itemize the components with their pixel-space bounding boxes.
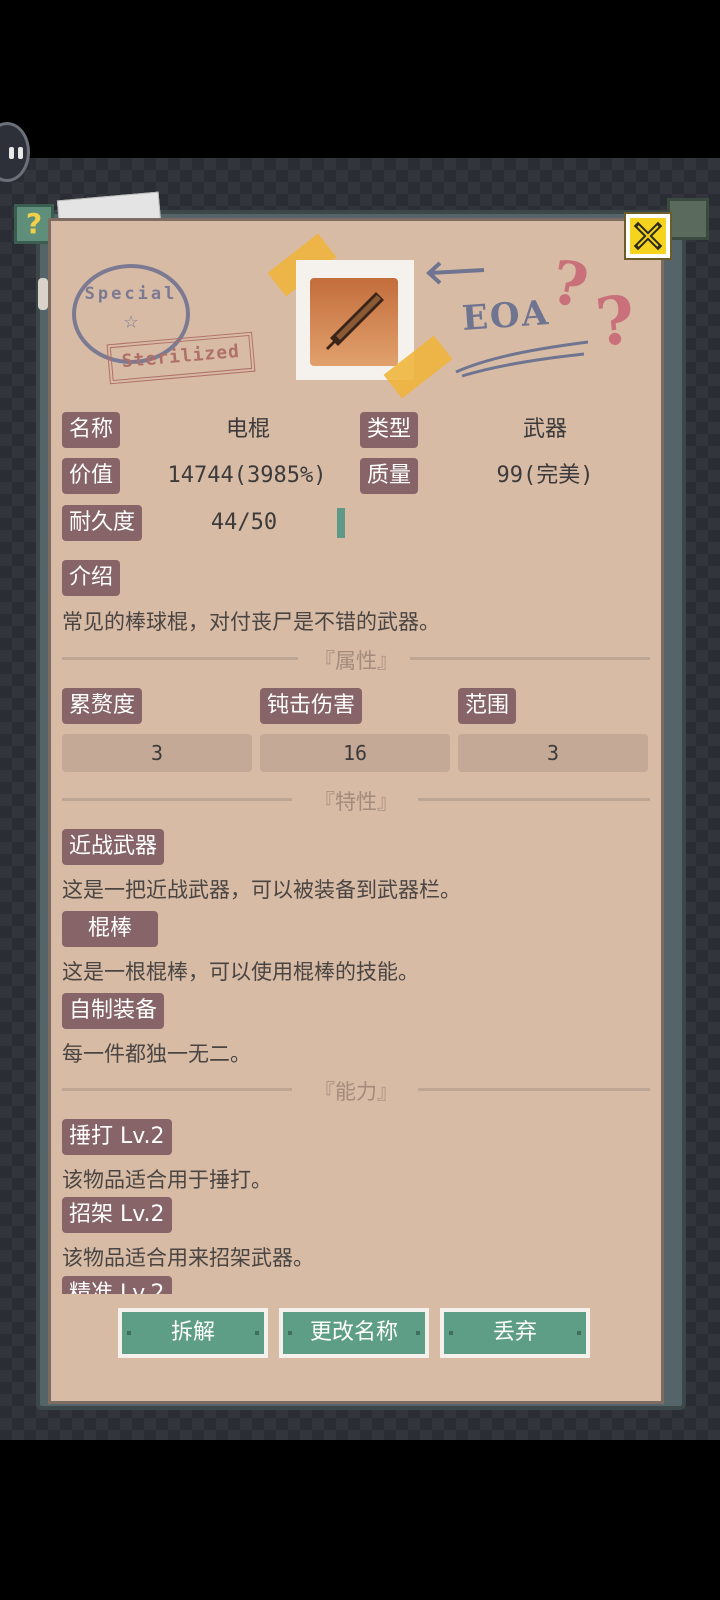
type-label: 类型 <box>360 412 419 448</box>
question-doodle: ? <box>592 280 639 362</box>
trait-desc: 每一件都独一无二。 <box>62 1042 251 1066</box>
ability-tag-partial: 精准 Lv.2 <box>62 1276 202 1294</box>
trait-desc: 这是一根棍棒，可以使用棍棒的技能。 <box>62 960 419 984</box>
attributes-title: 『属性』 <box>314 649 398 673</box>
range-value: 3 <box>458 734 648 772</box>
name-value: 电棍 <box>225 417 270 442</box>
blunt-damage-value: 16 <box>260 734 450 772</box>
trait-tag: 近战武器 <box>62 829 165 865</box>
divider <box>62 657 298 660</box>
durability-bar <box>337 508 345 538</box>
quality-label: 质量 <box>360 458 419 494</box>
rename-button[interactable]: 更改名称 <box>279 1308 429 1358</box>
scribble-doodle-icon <box>455 340 589 378</box>
weight-label: 累赘度 <box>62 688 143 724</box>
ability-tag: 捶打 Lv.2 <box>62 1119 172 1155</box>
close-button[interactable] <box>626 214 670 258</box>
price-label: 价值 <box>62 458 121 494</box>
binder-ring <box>38 278 48 310</box>
intro-text: 常见的棒球棍，对付丧尸是不错的武器。 <box>62 610 440 634</box>
type-value: 武器 <box>522 417 567 442</box>
abilities-title: 『能力』 <box>314 1080 398 1104</box>
intro-label: 介绍 <box>62 560 121 596</box>
trait-tag: 棍棒 <box>62 911 158 947</box>
durability-label: 耐久度 <box>62 505 143 541</box>
notebook-corner-icon <box>667 198 709 240</box>
divider <box>62 798 292 801</box>
item-image-frame <box>296 260 414 380</box>
quality-value: 99(完美) <box>496 463 594 488</box>
weight-value: 3 <box>62 734 252 772</box>
name-label: 名称 <box>62 412 121 448</box>
trait-tag: 自制装备 <box>62 993 165 1029</box>
pause-icon <box>9 147 14 159</box>
ability-desc: 该物品适合用于捶打。 <box>62 1168 272 1192</box>
durability-value: 44/50 <box>210 510 278 535</box>
arrow-doodle-icon <box>426 261 485 285</box>
dismantle-button[interactable]: 拆解 <box>118 1308 268 1358</box>
trait-desc: 这是一把近战武器，可以被装备到武器栏。 <box>62 878 461 902</box>
range-label: 范围 <box>458 688 517 724</box>
price-value: 14744(3985%) <box>167 463 327 488</box>
blunt-damage-label: 钝击伤害 <box>260 688 363 724</box>
discard-button[interactable]: 丢弃 <box>440 1308 590 1358</box>
eoa-doodle: EOA <box>460 292 552 340</box>
divider <box>410 657 650 660</box>
pause-icon-bar <box>18 147 23 159</box>
close-icon <box>633 221 663 251</box>
traits-title: 『特性』 <box>314 790 398 814</box>
item-image <box>310 278 398 366</box>
ability-tag: 招架 Lv.2 <box>62 1197 172 1233</box>
ability-tag: 精准 Lv.2 <box>62 1276 172 1294</box>
divider <box>62 1088 292 1091</box>
ability-desc: 该物品适合用来招架武器。 <box>62 1246 314 1270</box>
baseball-bat-icon <box>326 292 384 350</box>
divider <box>418 1088 650 1091</box>
divider <box>418 798 650 801</box>
